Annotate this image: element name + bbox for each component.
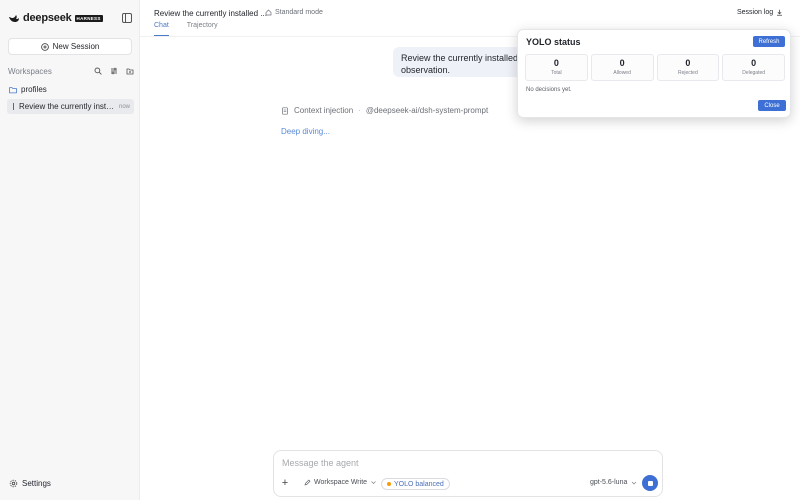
- model-select[interactable]: gpt-5.6-luna: [590, 479, 637, 486]
- mode-indicator[interactable]: Standard mode: [265, 9, 323, 16]
- stat-allowed: 0 Allowed: [590, 54, 654, 81]
- yolo-status-panel: YOLO status Refresh 0 Total 0 Allowed 0 …: [517, 29, 791, 118]
- brand: deepseek HARNESS: [8, 11, 103, 25]
- search-icon[interactable]: [94, 67, 102, 75]
- chevron-down-icon: [371, 481, 376, 484]
- context-injection-row[interactable]: Context injection · @deepseek-ai/dsh-sys…: [281, 106, 488, 115]
- new-folder-icon[interactable]: [126, 67, 134, 75]
- new-session-label: New Session: [52, 42, 100, 51]
- mode-label: Standard mode: [275, 9, 323, 16]
- workspace-mode-select[interactable]: Workspace Write: [304, 479, 377, 486]
- stat-label: Total: [551, 70, 562, 76]
- yolo-panel-title: YOLO status: [526, 37, 581, 47]
- filter-icon[interactable]: [110, 67, 118, 75]
- context-label: Context injection: [294, 106, 354, 115]
- refresh-button[interactable]: Refresh: [753, 36, 785, 47]
- workspace-folder-profiles[interactable]: profiles: [9, 84, 47, 95]
- tab-chat[interactable]: Chat: [154, 22, 169, 36]
- page-title: Review the currently installed ...: [154, 9, 267, 18]
- stat-value: 0: [685, 58, 691, 68]
- brand-badge: HARNESS: [74, 14, 103, 22]
- settings-button[interactable]: Settings: [9, 479, 51, 488]
- stat-label: Allowed: [613, 70, 631, 76]
- session-title: Review the currently installed plugins: [19, 102, 115, 111]
- sidebar: deepseek HARNESS New Session Workspaces: [0, 0, 140, 500]
- message-composer: + Workspace Write YOLO balanced gpt-5.6-…: [273, 450, 663, 497]
- tab-bar: Chat Trajectory: [154, 22, 218, 36]
- workspaces-header: Workspaces: [8, 65, 134, 77]
- close-button[interactable]: Close: [758, 100, 786, 111]
- session-active-marker: [13, 103, 14, 110]
- stop-icon: [647, 480, 653, 486]
- session-timestamp: now: [118, 103, 130, 110]
- stat-label: Rejected: [678, 70, 698, 76]
- context-value: @deepseek-ai/dsh-system-prompt: [365, 106, 489, 115]
- stat-value: 0: [619, 58, 625, 68]
- home-icon: [265, 9, 272, 16]
- folder-label: profiles: [21, 85, 47, 94]
- workspace-mode-label: Workspace Write: [314, 479, 368, 486]
- gear-icon: [9, 479, 18, 488]
- yolo-status-dot-icon: [387, 482, 391, 486]
- stat-label: Delegated: [742, 70, 766, 76]
- yolo-stats: 0 Total 0 Allowed 0 Rejected 0 Delegated: [525, 54, 785, 81]
- model-label: gpt-5.6-luna: [590, 479, 628, 486]
- folder-icon: [9, 86, 17, 93]
- brand-name: deepseek: [23, 12, 72, 24]
- yolo-mode-label: YOLO balanced: [394, 480, 444, 488]
- yolo-empty-state: No decisions yet.: [526, 87, 572, 93]
- download-icon: [777, 9, 783, 16]
- new-session-button[interactable]: New Session: [8, 38, 132, 55]
- sidebar-toggle-icon[interactable]: [121, 12, 133, 24]
- workspaces-title: Workspaces: [8, 66, 52, 76]
- agent-status-text: Deep diving...: [281, 127, 330, 136]
- message-input[interactable]: [282, 458, 652, 468]
- tab-trajectory[interactable]: Trajectory: [187, 22, 218, 36]
- plus-circle-icon: [40, 42, 49, 51]
- stat-delegated: 0 Delegated: [722, 54, 785, 81]
- stat-value: 0: [553, 58, 559, 68]
- deepseek-whale-icon: [9, 15, 19, 22]
- stat-value: 0: [751, 58, 757, 68]
- session-item[interactable]: Review the currently installed plugins n…: [7, 99, 134, 114]
- settings-label: Settings: [22, 479, 51, 488]
- document-icon: [282, 106, 288, 115]
- chevron-down-icon: [632, 481, 637, 484]
- stop-button[interactable]: [642, 475, 658, 491]
- context-separator: ·: [358, 106, 361, 115]
- stat-total: 0 Total: [525, 54, 588, 81]
- yolo-mode-pill[interactable]: YOLO balanced: [381, 478, 450, 490]
- session-log-label: Session log: [737, 9, 774, 16]
- session-log-button[interactable]: Session log: [737, 9, 783, 16]
- attach-button[interactable]: +: [280, 478, 290, 489]
- stat-rejected: 0 Rejected: [656, 54, 720, 81]
- edit-icon: [304, 479, 311, 486]
